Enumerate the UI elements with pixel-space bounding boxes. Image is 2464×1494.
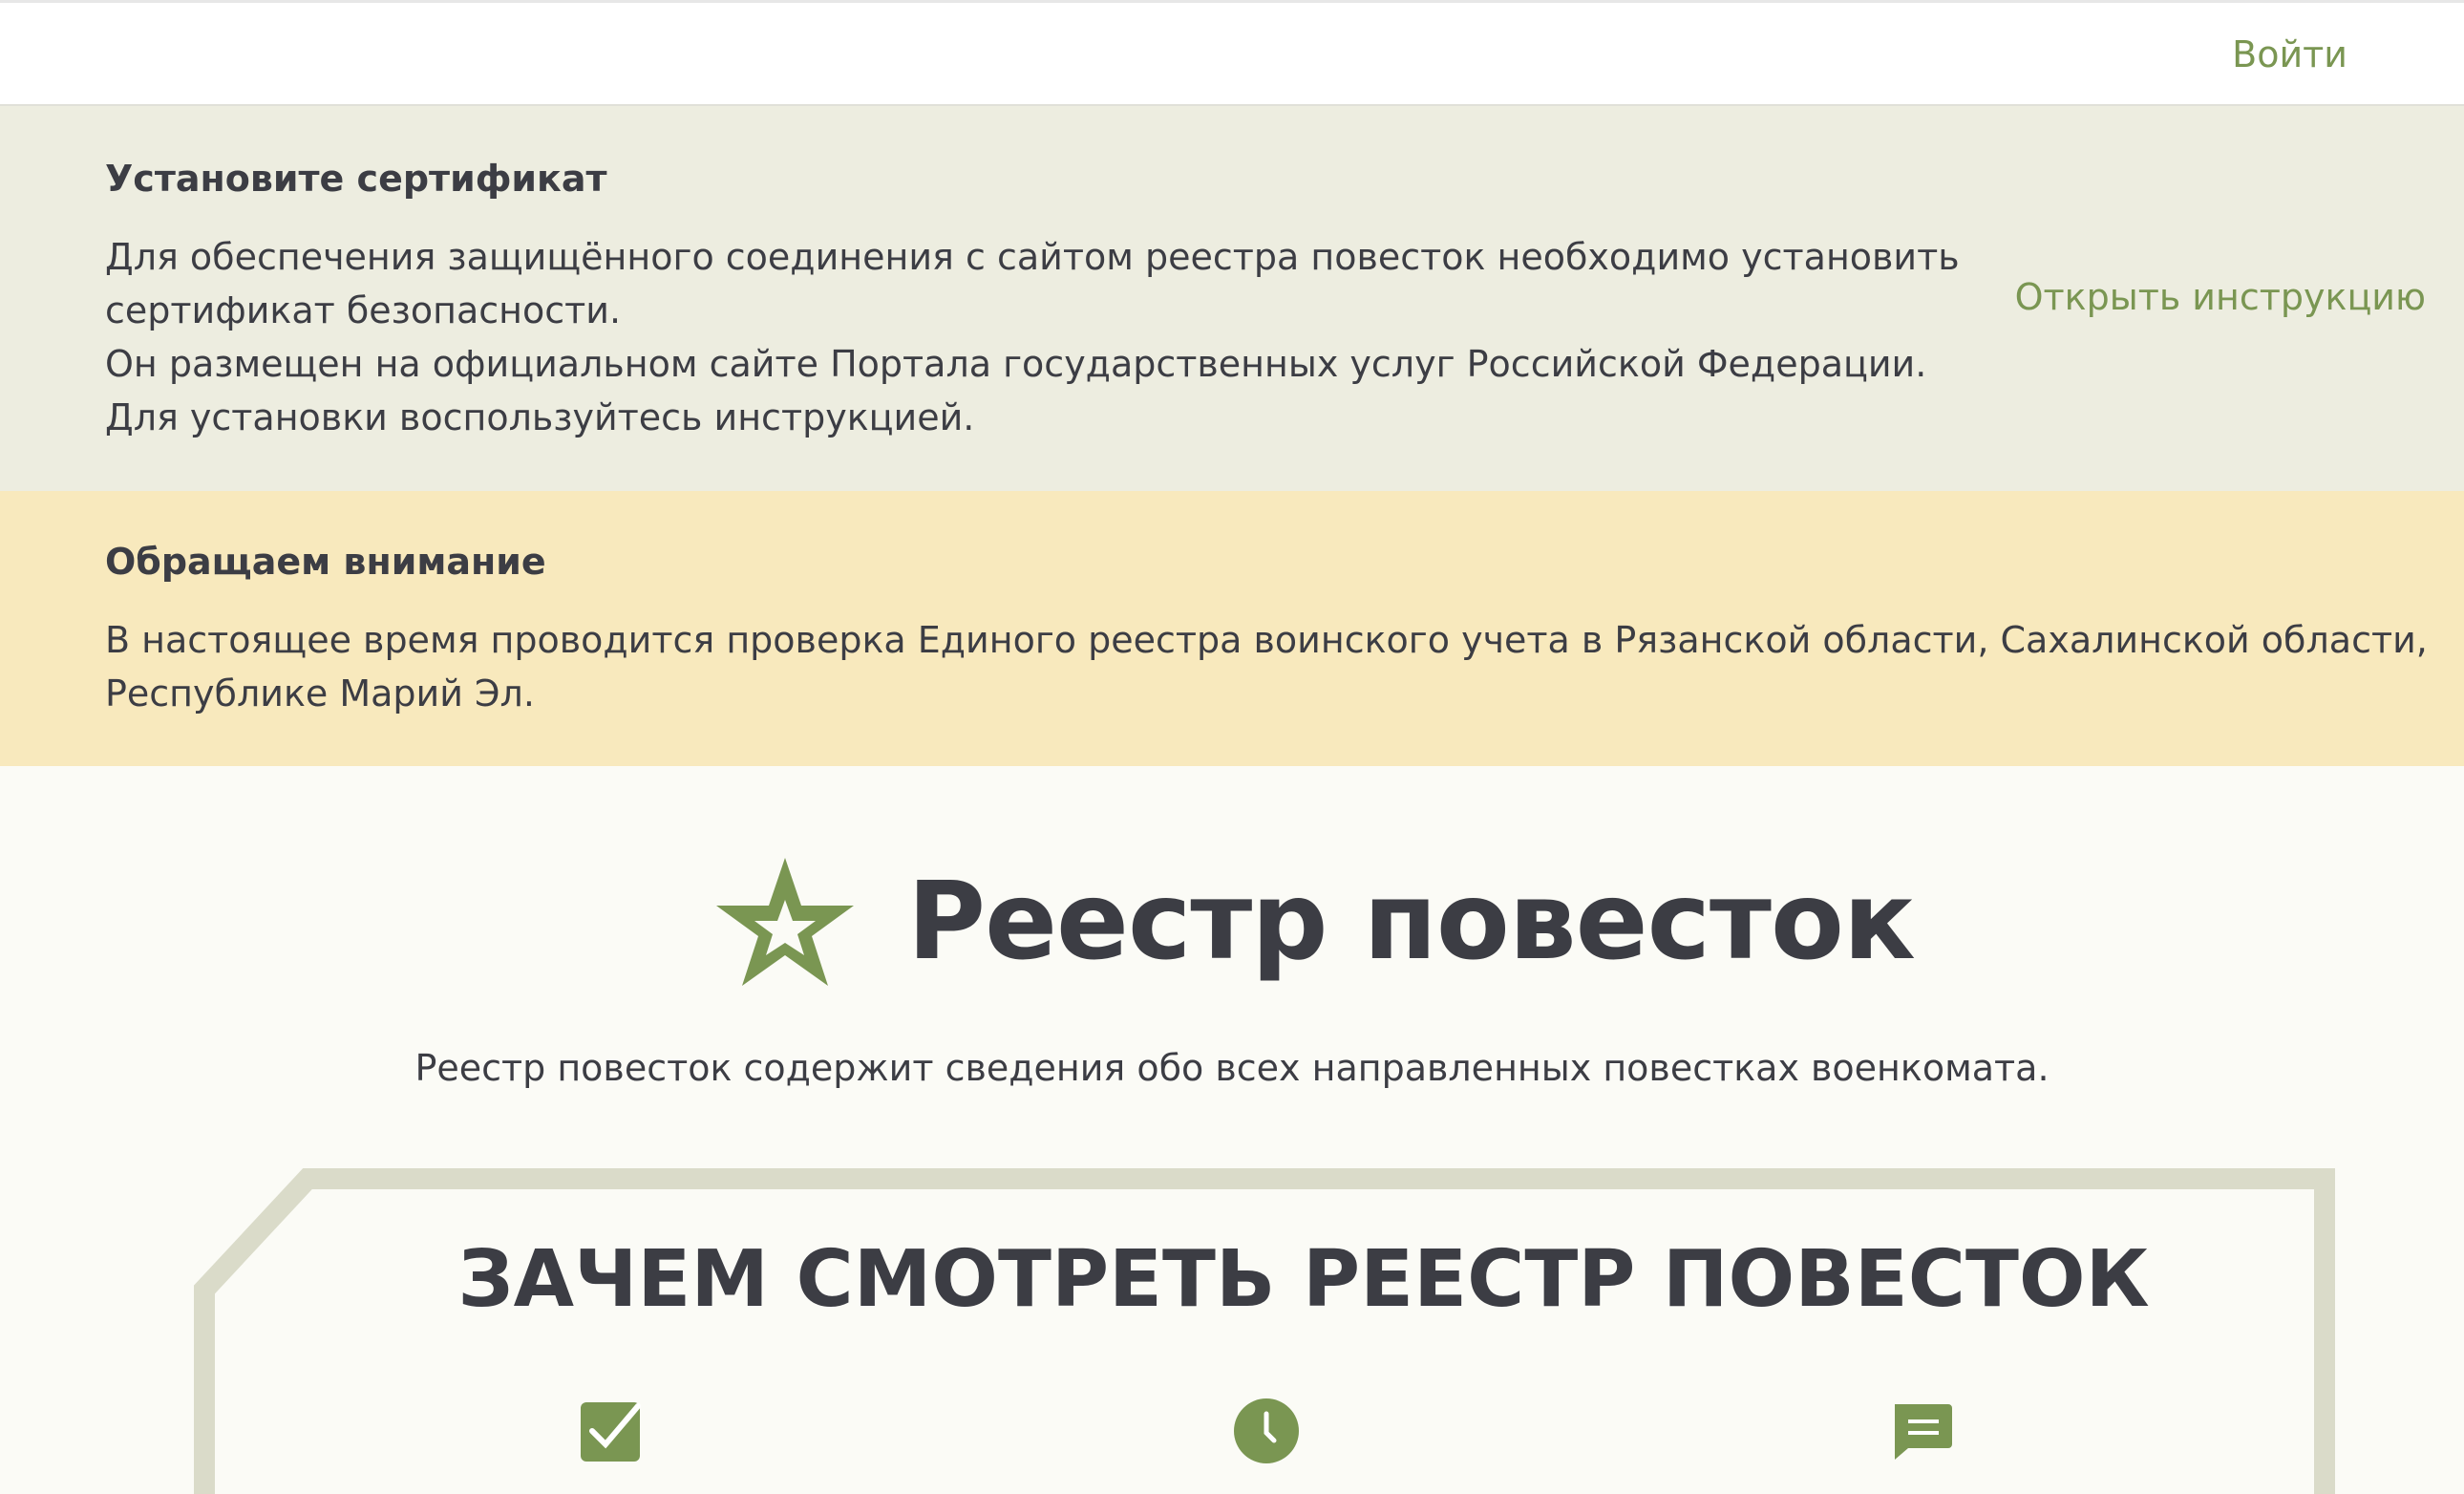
- certificate-banner-text: Для обеспечения защищённого соединения с…: [105, 230, 1977, 444]
- page-title: Реестр повесток: [907, 860, 1916, 984]
- certificate-text-line: Он размещен на официальном сайте Портала…: [105, 343, 1927, 385]
- attention-text-line: В настоящее время проводится проверка Ед…: [105, 619, 2428, 661]
- login-link[interactable]: Войти: [2232, 32, 2347, 77]
- open-instruction-link[interactable]: Открыть инструкцию: [2015, 274, 2426, 320]
- why-section-title: ЗАЧЕМ СМОТРЕТЬ РЕЕСТР ПОВЕСТОК: [457, 1234, 2150, 1325]
- message-icon: [1895, 1404, 1952, 1460]
- attention-banner-title: Обращаем внимание: [105, 541, 546, 583]
- attention-banner-text: В настоящее время проводится проверка Ед…: [105, 613, 2435, 720]
- clock-icon: [1234, 1398, 1299, 1463]
- hero: Реестр повесток: [0, 841, 2464, 1003]
- certificate-text-line: сертификат безопасности.: [105, 289, 622, 331]
- certificate-text-line: Для установки воспользуйтесь инструкцией…: [105, 396, 975, 438]
- hero-subtitle: Реестр повесток содержит сведения обо вс…: [414, 1047, 2050, 1089]
- certificate-text-line: Для обеспечения защищённого соединения с…: [105, 236, 1960, 278]
- certificate-banner: Установите сертификат Для обеспечения за…: [0, 106, 2464, 491]
- attention-banner: Обращаем внимание В настоящее время пров…: [0, 491, 2464, 766]
- top-header: Войти: [0, 0, 2464, 106]
- certificate-banner-title: Установите сертификат: [105, 158, 607, 200]
- star-logo-icon: [716, 858, 854, 986]
- check-icon: [581, 1402, 641, 1462]
- attention-text-line: Республике Марий Эл.: [105, 672, 535, 715]
